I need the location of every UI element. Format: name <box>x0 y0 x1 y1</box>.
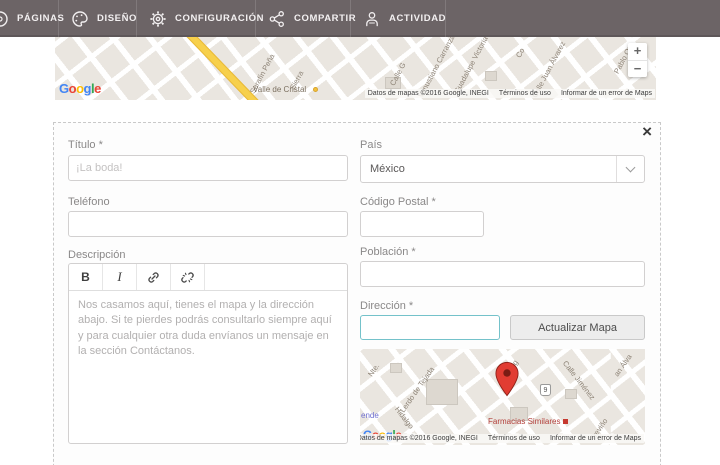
place-label-partial: ende <box>361 411 379 420</box>
bottom-map[interactable]: Nte. Lerdo de Tejada Calle Ig an Álva Ca… <box>360 349 645 445</box>
palette-icon <box>71 10 89 28</box>
terms-link[interactable]: Términos de uso <box>499 90 551 97</box>
nav-item-diseno[interactable]: DISEÑO <box>59 0 137 37</box>
direccion-label: Dirección * <box>360 300 413 312</box>
codigo-postal-label: Código Postal * <box>360 196 436 208</box>
titulo-label: Título * <box>68 139 103 151</box>
map-data-copyright: Datos de mapas ©2016 Google, INEGI <box>360 435 478 442</box>
terms-link[interactable]: Términos de uso <box>488 435 540 442</box>
route-shield: 9 <box>540 384 551 396</box>
report-error-link[interactable]: Informar de un error de Maps <box>561 90 652 97</box>
descripcion-label: Descripción <box>68 249 125 261</box>
nav-label: ACTIVIDAD <box>389 13 446 24</box>
poi-icon <box>563 419 568 424</box>
link-button[interactable] <box>137 264 171 290</box>
nav-item-paginas[interactable]: PÁGINAS <box>0 0 59 37</box>
nav-item-actividad[interactable]: ACTIVIDAD <box>351 0 446 37</box>
pais-label: País <box>360 139 382 151</box>
place-label-valle-de-cristal: Valle de Cristal <box>253 85 306 94</box>
rich-text-editor: B I <box>68 263 348 444</box>
report-error-link[interactable]: Informar de un error de Maps <box>550 435 641 442</box>
map-building <box>485 71 497 81</box>
pais-selected-value: México <box>361 163 616 175</box>
navbar-spacer <box>446 0 720 37</box>
chevron-down-icon <box>616 156 644 182</box>
map-attribution: Datos de mapas ©2016 Google, INEGI Térmi… <box>360 434 644 443</box>
pais-select[interactable]: México <box>360 155 645 183</box>
location-form-panel: × Título * Teléfono Descripción B I <box>53 122 661 465</box>
person-icon <box>363 10 381 28</box>
map-zoom-control: + − <box>628 43 647 77</box>
zoom-out-button[interactable]: − <box>628 60 647 77</box>
map-building <box>426 379 458 405</box>
nav-item-configuracion[interactable]: CONFIGURACIÓN <box>137 0 256 37</box>
street-label: Calle G <box>388 61 408 87</box>
nav-label: DISEÑO <box>97 13 137 24</box>
street-label: Guadalupe Victoria <box>452 37 490 95</box>
nav-label: CONFIGURACIÓN <box>175 13 264 24</box>
direccion-input[interactable] <box>360 315 500 340</box>
street-label: Co <box>514 47 526 60</box>
nav-item-compartir[interactable]: COMPARTIR <box>256 0 351 37</box>
link-icon <box>146 270 161 285</box>
zoom-in-button[interactable]: + <box>628 43 647 60</box>
map-data-copyright: Datos de mapas ©2016 Google, INEGI <box>368 90 489 97</box>
poi-label-text: Farmacias Similares <box>488 417 560 426</box>
close-icon[interactable]: × <box>642 124 652 140</box>
bold-button[interactable]: B <box>69 264 103 290</box>
google-logo[interactable]: Google <box>59 81 101 96</box>
poblacion-label: Población * <box>360 246 416 258</box>
unlink-icon <box>180 270 195 285</box>
place-marker-dot <box>313 87 318 92</box>
telefono-input[interactable] <box>68 211 348 237</box>
top-navbar: PÁGINAS DISEÑO CONFIGURACIÓN <box>0 0 720 37</box>
telefono-label: Teléfono <box>68 196 110 208</box>
street-label: an Álva <box>612 352 634 378</box>
poi-farmacias: Farmacias Similares <box>488 417 568 426</box>
codigo-postal-input[interactable] <box>360 211 484 237</box>
italic-button[interactable]: I <box>103 264 137 290</box>
wedding-site-editor-screen: PÁGINAS DISEÑO CONFIGURACIÓN <box>0 0 720 465</box>
unlink-button[interactable] <box>171 264 205 290</box>
editor-toolbar: B I <box>69 264 347 291</box>
map-building <box>390 363 402 373</box>
gear-icon <box>149 10 167 28</box>
poblacion-input[interactable] <box>360 261 645 287</box>
map-building <box>565 389 577 399</box>
nav-label: PÁGINAS <box>17 13 64 24</box>
titulo-input[interactable] <box>68 155 348 181</box>
map-pin <box>495 361 519 402</box>
nav-label: COMPARTIR <box>294 13 356 24</box>
actualizar-mapa-button[interactable]: Actualizar Mapa <box>510 315 645 340</box>
descripcion-text[interactable]: Nos casamos aquí, tienes el mapa y la di… <box>69 291 347 367</box>
top-map[interactable]: Serafín Peña Sierra Calle G Venustiano C… <box>55 37 656 100</box>
street-label: Nte. <box>366 362 381 378</box>
map-attribution: Datos de mapas ©2016 Google, INEGI Térmi… <box>365 89 655 98</box>
share-icon <box>268 10 286 28</box>
pages-icon <box>0 10 9 28</box>
